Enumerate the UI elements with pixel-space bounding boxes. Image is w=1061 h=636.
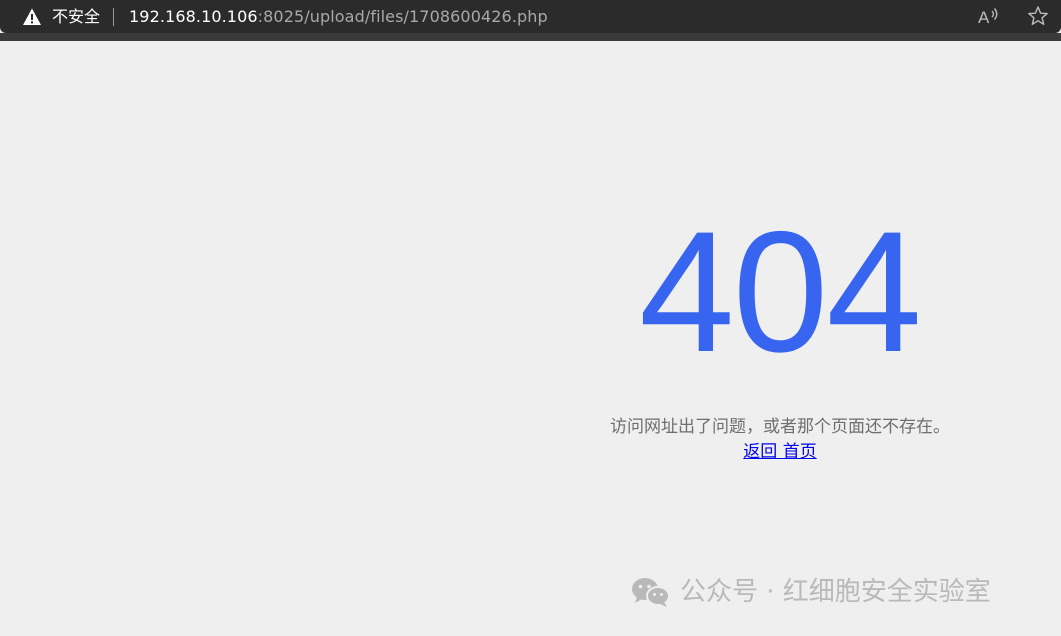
watermark-text: 公众号 · 红细胞安全实验室 [680, 577, 991, 607]
svg-text:A: A [978, 8, 990, 26]
back-home-link[interactable]: 返回 首页 [743, 442, 816, 462]
url-path: :8025/upload/files/1708600426.php [257, 6, 548, 26]
toolbar-divider [0, 33, 1061, 41]
url-text[interactable]: 192.168.10.106:8025/upload/files/1708600… [129, 6, 548, 26]
read-aloud-icon[interactable]: A [977, 6, 1001, 26]
watermark: 公众号 · 红细胞安全实验室 [630, 574, 991, 610]
wechat-icon [632, 578, 670, 607]
warning-triangle-icon[interactable] [22, 7, 42, 27]
back-home-container: 返回 首页 [560, 441, 1000, 463]
star-icon[interactable] [1027, 5, 1049, 27]
error-message: 访问网址出了问题，或者那个页面还不存在。 [610, 417, 950, 437]
error-code-heading: 404 [639, 196, 922, 388]
address-bar[interactable]: 不安全 192.168.10.106:8025/upload/files/170… [0, 0, 1061, 33]
url-host: 192.168.10.106 [129, 6, 258, 26]
security-status-label[interactable]: 不安全 [52, 8, 100, 25]
address-separator [113, 7, 115, 26]
